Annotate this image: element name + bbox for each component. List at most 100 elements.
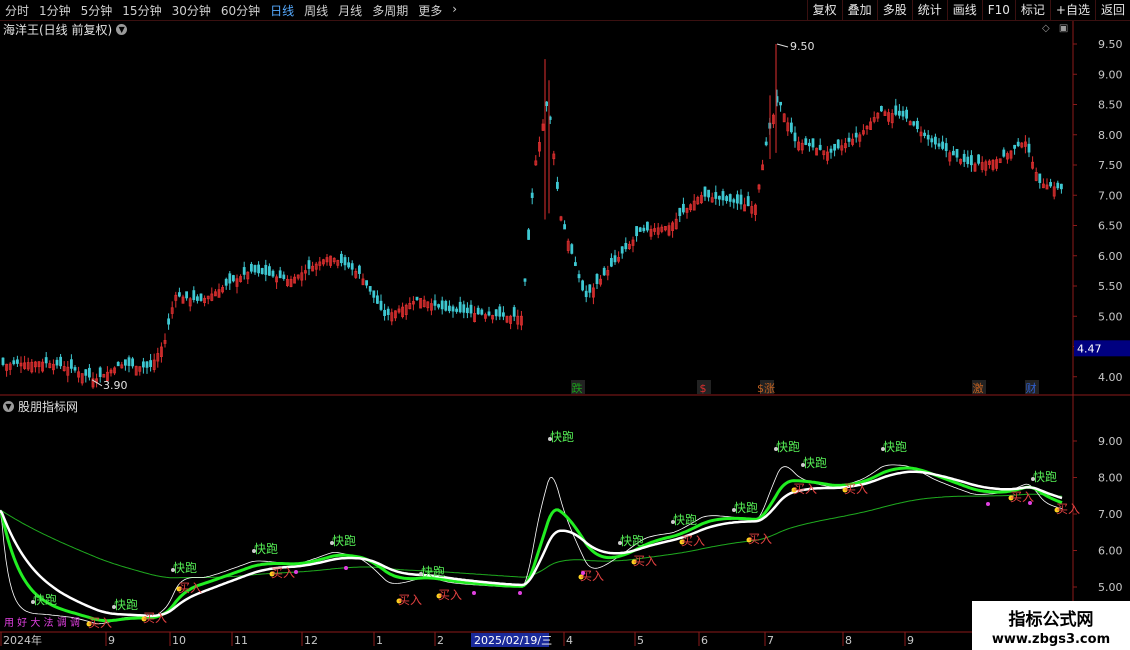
- candle-body: [944, 143, 948, 152]
- run-signal-label: 快跑: [550, 430, 574, 444]
- tool-button[interactable]: 统计: [911, 0, 947, 20]
- candle-body: [934, 136, 937, 145]
- indicator-y-tick: 9.00: [1098, 435, 1123, 448]
- period-tab[interactable]: 分时: [0, 2, 34, 19]
- candle-body: [375, 295, 379, 304]
- signal-dot: [294, 570, 298, 574]
- x-tick-label: 5: [637, 634, 644, 647]
- buy-signal-label: 买入: [438, 588, 462, 602]
- signal-dot: [1028, 501, 1032, 505]
- candle-body: [901, 110, 905, 117]
- indicator-y-tick: 6.00: [1098, 545, 1123, 558]
- period-tab[interactable]: 15分钟: [117, 2, 166, 19]
- toolbar: 分时 1分钟 5分钟 15分钟 30分钟 60分钟 日线 周线 月线 多周期 更多 › 复权 叠加 多股统…: [0, 0, 1130, 21]
- watermark-url: www.zbgs3.com: [991, 632, 1111, 647]
- x-tick-label: 10: [172, 634, 186, 647]
- candle-body: [307, 260, 311, 269]
- event-marker: $: [700, 382, 707, 395]
- chevron-down-icon[interactable]: ▼: [3, 401, 14, 412]
- y-tick-label: 8.00: [1098, 129, 1123, 142]
- y-tick-label: 4.00: [1098, 371, 1123, 384]
- candle-body: [253, 265, 257, 273]
- y-tick-label: 5.00: [1098, 310, 1123, 323]
- candle-body: [624, 242, 628, 250]
- candle-body: [930, 138, 934, 143]
- tool-button[interactable]: 复权: [806, 0, 842, 20]
- candle-body: [725, 196, 728, 202]
- period-tab[interactable]: 5分钟: [76, 2, 118, 19]
- tool-button[interactable]: 叠加: [841, 0, 877, 20]
- x-tick-label: 2024年: [3, 633, 42, 647]
- candle-body: [570, 244, 574, 254]
- buy-signal-label: 买入: [1056, 502, 1080, 516]
- candle-body: [714, 192, 718, 199]
- tool-button[interactable]: 标记: [1014, 0, 1050, 20]
- candle-body: [1038, 173, 1042, 183]
- candle-body: [192, 290, 196, 301]
- y-tick-label: 7.00: [1098, 189, 1123, 202]
- chevron-right-icon[interactable]: ›: [447, 2, 462, 19]
- candle-body: [764, 141, 768, 146]
- candle-body: [447, 305, 451, 312]
- candle-body: [736, 194, 739, 204]
- signal-dot: [581, 571, 585, 575]
- period-tab[interactable]: 多周期: [367, 2, 413, 19]
- x-tick-label: 11: [234, 634, 248, 647]
- candle-body: [145, 361, 149, 368]
- candle-body: [718, 195, 721, 200]
- tool-button[interactable]: 画线: [946, 0, 982, 20]
- period-tab[interactable]: 1分钟: [34, 2, 76, 19]
- chevron-down-icon[interactable]: ▼: [116, 24, 128, 35]
- candle-body: [707, 189, 710, 198]
- buy-signal-label: 买入: [633, 554, 657, 568]
- run-signal-label: 快跑: [332, 534, 356, 548]
- candle-body: [1060, 183, 1063, 190]
- event-marker: $涨: [757, 382, 775, 395]
- candle-body: [804, 138, 808, 145]
- panel-controls: ◇ ▣: [1042, 23, 1068, 34]
- buy-signal-label: 买入: [681, 534, 705, 548]
- candle-body: [847, 137, 851, 142]
- candle-body: [73, 367, 77, 371]
- indicator-title: ▼ 股朋指标网: [3, 398, 78, 415]
- x-tick-label: 9: [108, 634, 115, 647]
- signal-dot: [472, 591, 476, 595]
- x-tick-label: 9: [907, 634, 914, 647]
- diamond-icon[interactable]: ◇: [1042, 23, 1050, 34]
- run-signal-label: 快跑: [421, 565, 445, 579]
- period-tab[interactable]: 月线: [333, 2, 367, 19]
- candle-body: [271, 270, 275, 277]
- watermark: 指标公式网 www.zbgs3.com: [972, 601, 1130, 650]
- candle-body: [433, 300, 437, 306]
- candle-body: [458, 301, 462, 313]
- tool-button[interactable]: 返回: [1094, 0, 1130, 20]
- run-signal-label: 快跑: [1033, 470, 1057, 484]
- candle-body: [415, 296, 419, 301]
- period-tab[interactable]: 30分钟: [167, 2, 216, 19]
- period-tab[interactable]: 周线: [299, 2, 333, 19]
- chart-canvas[interactable]: 9.50 9.00 8.50 8.00 7.50 7.00 6.50 6.00 5.50 5.00…: [0, 0, 1130, 650]
- tool-button[interactable]: +自选: [1049, 0, 1095, 20]
- period-tab[interactable]: 60分钟: [216, 2, 265, 19]
- buy-signal-label: 买入: [748, 532, 772, 546]
- candle-body: [12, 360, 16, 365]
- tool-button[interactable]: F10: [981, 0, 1015, 20]
- candle-body: [141, 361, 145, 368]
- high-marker-line: [776, 43, 789, 48]
- period-tab[interactable]: 日线: [265, 2, 299, 19]
- candle-body: [379, 300, 383, 310]
- x-tick-label: 4: [566, 634, 573, 647]
- tool-button[interactable]: 多股: [876, 0, 912, 20]
- candle-body: [124, 359, 127, 366]
- candle-body: [556, 181, 559, 189]
- candle-body: [894, 105, 898, 115]
- candle-body: [836, 139, 840, 149]
- period-tab[interactable]: 更多: [413, 2, 447, 19]
- window-icon[interactable]: ▣: [1059, 23, 1068, 34]
- candle-body: [242, 267, 246, 275]
- candle-body: [440, 300, 444, 310]
- cursor-date: 2025/02/19/三: [474, 634, 552, 647]
- event-marker: 跌: [572, 381, 583, 395]
- candle-body: [462, 304, 466, 313]
- signal-dot: [986, 502, 990, 506]
